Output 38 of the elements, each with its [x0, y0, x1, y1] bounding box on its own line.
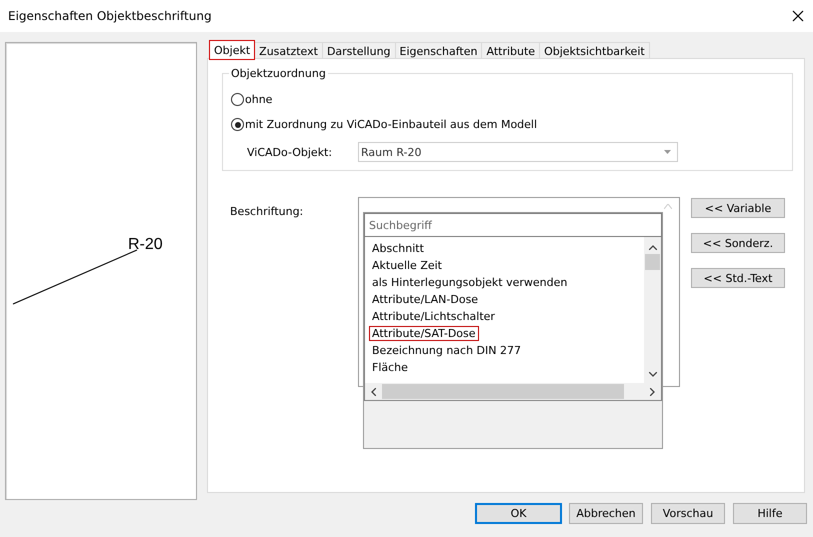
window-title: Eigenschaften Objektbeschriftung: [8, 9, 212, 23]
search-field[interactable]: Suchbegriff: [364, 213, 662, 237]
insert-button[interactable]: << Std.-Text: [691, 268, 785, 288]
scroll-right-icon[interactable]: [650, 388, 655, 396]
scroll-down-icon[interactable]: [648, 372, 656, 377]
group-title: Objektzuordnung: [229, 67, 328, 80]
vertical-scrollbar[interactable]: [644, 237, 661, 383]
list-item[interactable]: Aktuelle Zeit: [369, 258, 445, 273]
dialog-button[interactable]: Abbrechen: [569, 503, 643, 524]
scroll-left-icon[interactable]: [371, 388, 376, 396]
room-label: R-20: [128, 236, 163, 254]
radio-option[interactable]: ohne: [231, 91, 784, 108]
scroll-up-icon[interactable]: [648, 245, 656, 250]
dialog-button[interactable]: Vorschau: [651, 503, 725, 524]
list-item[interactable]: als Hinterlegungsobjekt verwenden: [369, 275, 570, 290]
field-label: ViCADo-Objekt:: [247, 146, 334, 158]
field-label: Beschriftung:: [230, 205, 304, 220]
list-item[interactable]: Attribute/SAT-Dose: [369, 326, 479, 341]
tab[interactable]: Objekt: [209, 40, 256, 60]
list-item[interactable]: Attribute/LAN-Dose: [369, 292, 482, 307]
list-item[interactable]: Bezeichnung nach DIN 277: [369, 343, 524, 358]
radio-button[interactable]: [231, 92, 244, 106]
object-dropdown[interactable]: Raum R-20: [358, 142, 678, 162]
scroll-thumb[interactable]: [382, 384, 624, 399]
scroll-up-icon: [664, 204, 672, 209]
horizontal-scrollbar[interactable]: [365, 383, 661, 400]
radio-option[interactable]: mit Zuordnung zu ViCADo-Einbauteil aus dem Modell: [231, 116, 784, 133]
list-item[interactable]: Abschnitt: [369, 241, 427, 256]
dialog-button[interactable]: Hilfe: [733, 503, 807, 524]
insert-button[interactable]: << Variable: [691, 198, 785, 218]
radio-button[interactable]: [231, 118, 244, 132]
close-icon[interactable]: [792, 10, 804, 22]
list-item[interactable]: Fläche: [369, 360, 411, 375]
dialog-button[interactable]: OK: [475, 503, 562, 524]
dropdown-arrow-icon: [664, 150, 671, 154]
insert-button[interactable]: << Sonderz.: [691, 233, 785, 253]
scroll-thumb[interactable]: [645, 254, 660, 270]
list-item[interactable]: Attribute/Lichtschalter: [369, 309, 498, 324]
